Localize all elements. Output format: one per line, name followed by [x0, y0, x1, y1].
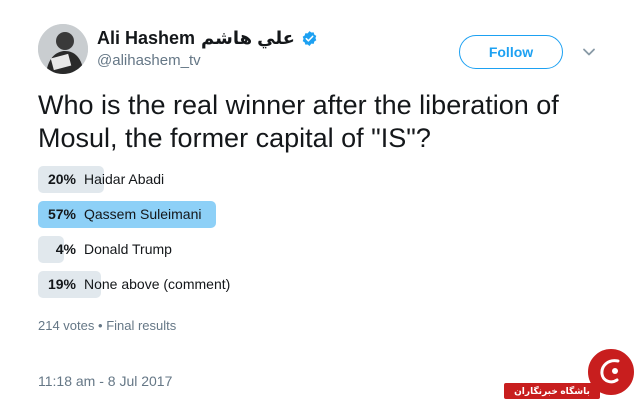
poll-percent: 57% — [47, 206, 76, 222]
verified-badge-icon — [302, 31, 317, 46]
avatar[interactable] — [38, 24, 88, 74]
poll-status: Final results — [106, 318, 177, 333]
poll-option-label: Haidar Abadi — [84, 171, 165, 187]
handle[interactable]: @alihashem_tv — [97, 52, 201, 69]
poll-percent: 4% — [55, 241, 76, 257]
follow-button[interactable]: Follow — [459, 35, 563, 69]
avatar-photo — [38, 24, 88, 74]
poll-option: 19% None above (comment) — [38, 271, 578, 298]
poll: 20% Haidar Abadi 57% Qassem Suleimani 4%… — [38, 166, 578, 306]
poll-option: 4% Donald Trump — [38, 236, 578, 263]
chevron-down-icon[interactable] — [581, 44, 597, 60]
watermark-text: باشگاه خبرنگاران — [504, 383, 600, 399]
poll-option-label: Donald Trump — [84, 241, 172, 257]
poll-option: 20% Haidar Abadi — [38, 166, 578, 193]
poll-percent: 20% — [47, 171, 76, 187]
poll-meta-separator: • — [98, 318, 103, 333]
tweet-text: Who is the real winner after the liberat… — [38, 90, 559, 153]
author-name-row[interactable]: Ali Hashem علي هاشم — [97, 28, 318, 49]
poll-percent: 19% — [47, 276, 76, 292]
poll-option-label: Qassem Suleimani — [84, 206, 202, 222]
watermark-logo: باشگاه خبرنگاران — [500, 343, 639, 401]
display-name-arabic: علي هاشم — [201, 28, 295, 48]
poll-option: 57% Qassem Suleimani — [38, 201, 578, 228]
timestamp[interactable]: 11:18 am - 8 Jul 2017 — [38, 373, 172, 389]
display-name[interactable]: Ali Hashem — [97, 28, 195, 49]
poll-votes: 214 votes — [38, 318, 95, 333]
poll-meta: 214 votes • Final results — [38, 318, 176, 333]
poll-option-label: None above (comment) — [84, 276, 231, 292]
